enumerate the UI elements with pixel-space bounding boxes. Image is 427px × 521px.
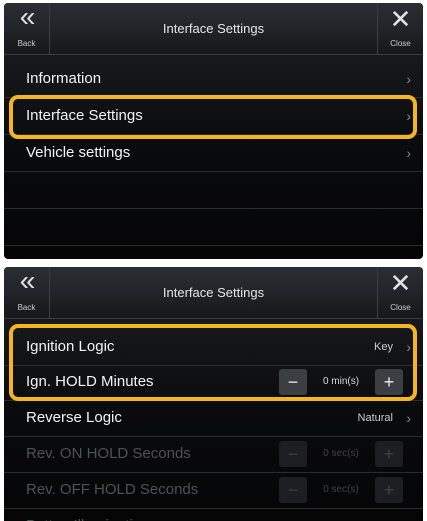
header-bar: « Back Interface Settings ✕ Close (4, 267, 423, 319)
chevron-right-icon: › (406, 508, 411, 521)
interface-settings-screen: « Back Interface Settings ✕ Close Igniti… (4, 267, 423, 521)
setting-label: Rev. ON HOLD Seconds (26, 445, 191, 462)
empty-row (4, 209, 423, 246)
stepper-value: 0 sec(s) (323, 448, 359, 459)
back-label: Back (17, 39, 36, 48)
chevron-right-icon: › (406, 71, 411, 87)
close-button[interactable]: ✕ Close (377, 267, 423, 318)
setting-label: Rev. OFF HOLD Seconds (26, 481, 199, 498)
decrement-button: − (279, 441, 307, 467)
double-chevron-left-icon: « (19, 3, 36, 32)
close-x-icon: ✕ (389, 268, 412, 298)
back-label: Back (17, 303, 36, 312)
menu-item-label: Vehicle settings (26, 144, 131, 161)
page-title: Interface Settings (162, 21, 265, 36)
increment-button: + (375, 441, 403, 467)
empty-row (4, 172, 423, 209)
setting-value: Natural (357, 412, 393, 424)
setting-value: Orange (356, 508, 393, 521)
header-bar: « Back Interface Settings ✕ Close (4, 3, 423, 55)
stepper-value: 0 sec(s) (323, 484, 359, 495)
close-label: Close (390, 303, 411, 312)
close-button[interactable]: ✕ Close (377, 3, 423, 54)
setting-label: Button Illumination (26, 508, 149, 521)
rev-off-hold-stepper: − 0 sec(s) + (279, 477, 403, 503)
highlight-frame (9, 324, 417, 401)
page-title: Interface Settings (162, 285, 265, 300)
back-button[interactable]: « Back (4, 267, 50, 318)
highlight-frame (9, 95, 417, 139)
menu-item-information[interactable]: Information › (4, 61, 423, 98)
setting-label: Reverse Logic (26, 409, 122, 426)
back-button[interactable]: « Back (4, 3, 50, 54)
close-label: Close (390, 39, 411, 48)
decrement-button: − (279, 477, 307, 503)
chevron-right-icon: › (406, 410, 411, 426)
setting-button-illumination: Button Illumination Orange › (4, 508, 423, 521)
menu-item-label: Information (26, 70, 102, 87)
main-menu-screen: « Back Interface Settings ✕ Close Inform… (4, 3, 423, 259)
setting-rev-off-hold-seconds: Rev. OFF HOLD Seconds − 0 sec(s) + (4, 472, 423, 509)
double-chevron-left-icon: « (19, 267, 36, 296)
chevron-right-icon: › (406, 145, 411, 161)
rev-on-hold-stepper: − 0 sec(s) + (279, 441, 403, 467)
close-x-icon: ✕ (389, 4, 412, 34)
increment-button: + (375, 477, 403, 503)
setting-reverse-logic[interactable]: Reverse Logic Natural › (4, 400, 423, 437)
setting-rev-on-hold-seconds: Rev. ON HOLD Seconds − 0 sec(s) + (4, 436, 423, 473)
menu-item-vehicle-settings[interactable]: Vehicle settings › (4, 135, 423, 172)
